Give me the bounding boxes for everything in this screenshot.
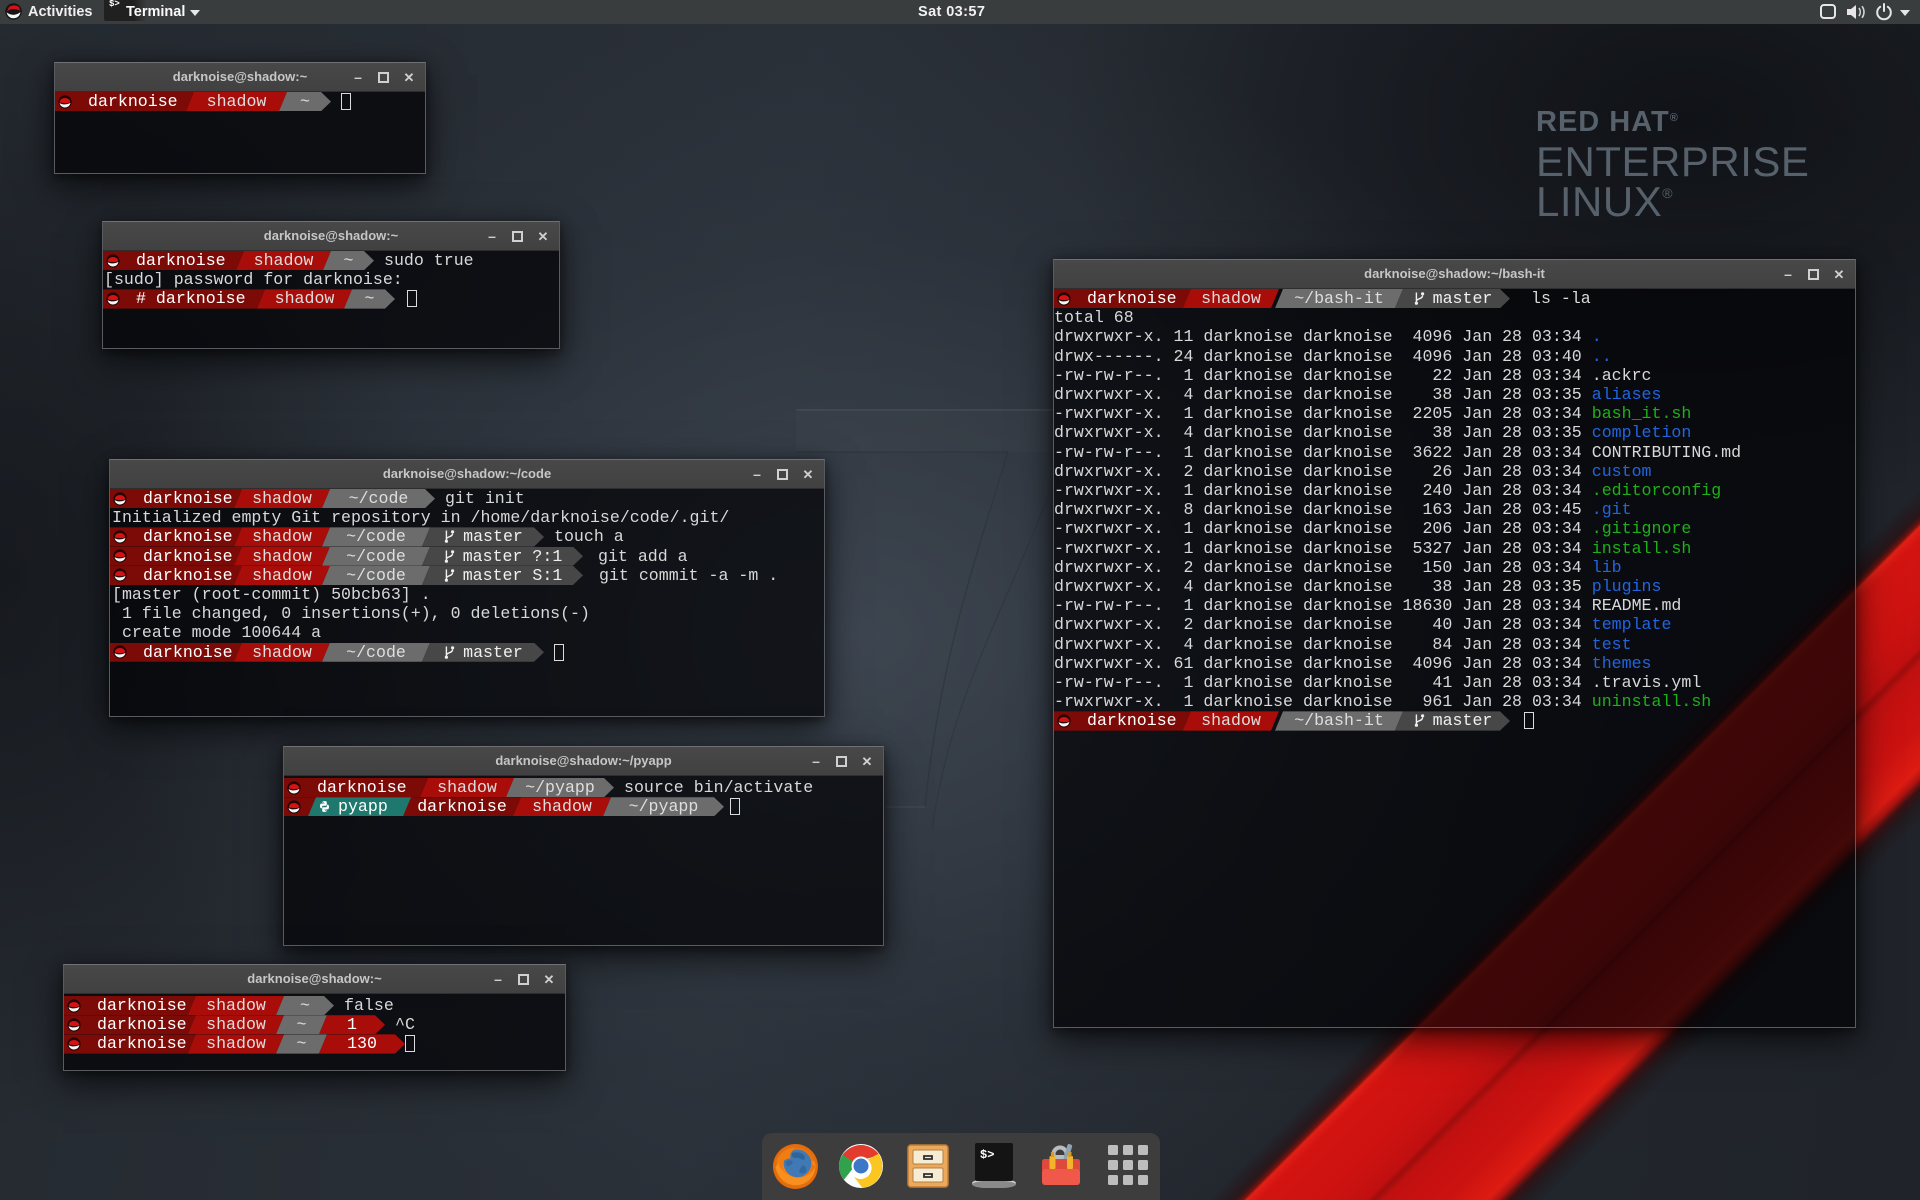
svg-text:$>: $>: [980, 1148, 994, 1162]
